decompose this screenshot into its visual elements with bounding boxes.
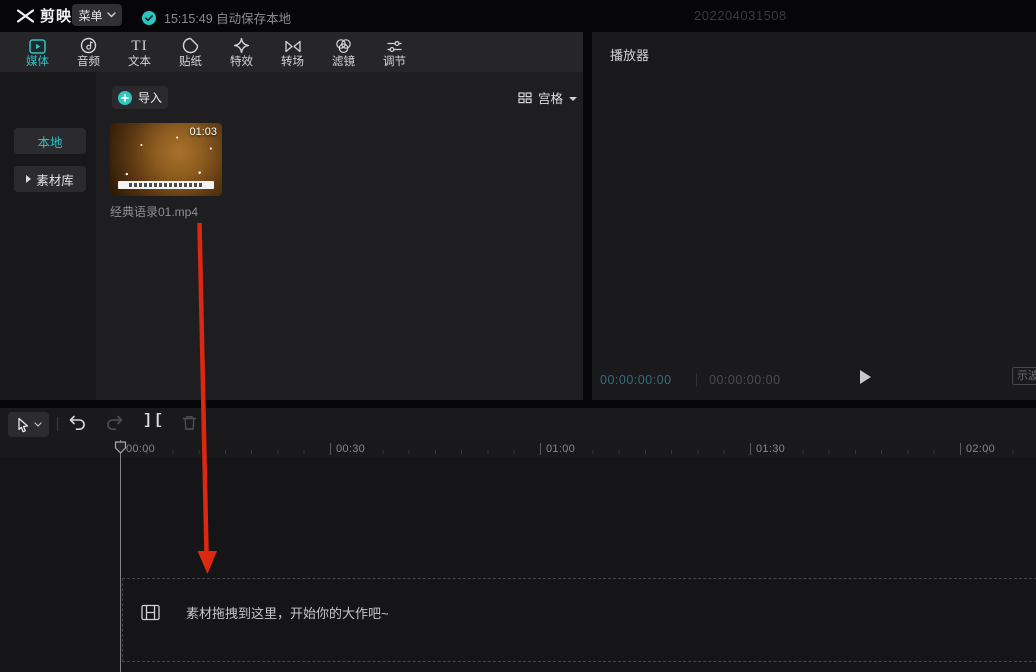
timeline-dropzone[interactable]: 素材拖拽到这里，开始你的大作吧~ [122,578,1036,662]
autosave-check-icon [142,11,156,25]
clip-thumbnail[interactable]: 01:03 [110,123,222,196]
app-logo: 剪映 [16,5,72,26]
playhead-line[interactable] [120,440,121,672]
tab-label: 文本 [128,56,151,68]
tab-filter[interactable]: 滤镜 [318,32,369,72]
sticker-icon [182,37,199,54]
ruler-label: 02:00 [960,443,995,455]
toolbar-divider [57,417,58,431]
text-icon: TI [131,37,147,54]
undo-button[interactable] [67,414,87,437]
media-icon [29,37,46,54]
clip-filename: 经典语录01.mp4 [110,203,222,220]
player-panel: 播放器 00:00:00:00 00:00:00:00 示波器 [592,32,1036,400]
redo-button[interactable] [105,414,125,437]
play-button[interactable] [860,370,871,384]
capcut-window: 剪映 菜单 15:15:49 自动保存本地 202204031508 媒体 [0,0,1036,672]
top-bar: 剪映 菜单 15:15:49 自动保存本地 202204031508 [0,0,1036,30]
timeline-panel: ][ 00:00 00:30 01:00 01:30 02:00 素材拖拽到这里… [0,408,1036,672]
clip-caption-bar [118,181,214,189]
menu-button-label: 菜单 [78,7,102,24]
select-tool-button[interactable] [8,412,49,437]
dropzone-content: 素材拖拽到这里，开始你的大作吧~ [141,603,389,622]
adjust-icon [386,37,403,54]
menu-button[interactable]: 菜单 [72,4,122,26]
tab-label: 特效 [230,56,253,68]
tab-label: 媒体 [26,56,49,68]
filter-icon [335,37,352,54]
grid-icon [518,92,532,104]
split-button[interactable]: ][ [143,412,165,429]
sidebar-item-label: 本地 [37,132,62,151]
total-timecode: 00:00:00:00 [696,373,781,387]
ruler-label: 01:00 [540,443,575,455]
playhead-marker[interactable] [114,441,127,459]
session-code: 202204031508 [694,8,787,23]
ruler-label: 01:30 [750,443,785,455]
autosave-status: 15:15:49 自动保存本地 [142,8,291,27]
filmstrip-icon [141,604,160,621]
effects-icon [233,37,250,54]
autosave-text: 15:15:49 自动保存本地 [164,8,291,27]
view-mode-toggle[interactable]: 宫格 [518,88,577,107]
transition-icon [284,37,302,54]
caret-down-icon [569,97,577,101]
tab-sticker[interactable]: 贴纸 [165,32,216,72]
media-panel: 媒体 音频 TI 文本 贴纸 特效 [0,32,583,400]
clip-duration: 01:03 [189,126,217,138]
cursor-icon [16,417,31,433]
expand-arrow-icon [26,175,31,183]
tab-transition[interactable]: 转场 [267,32,318,72]
tab-label: 音频 [77,56,100,68]
tab-audio[interactable]: 音频 [63,32,114,72]
delete-button[interactable] [181,414,198,437]
ruler-label: 00:30 [330,443,365,455]
chevron-down-icon [34,422,42,427]
resource-tabbar: 媒体 音频 TI 文本 贴纸 特效 [0,32,583,72]
view-mode-label: 宫格 [538,88,563,107]
plus-icon [118,91,132,105]
media-clip-card[interactable]: 01:03 经典语录01.mp4 [110,123,222,220]
dropzone-hint-text: 素材拖拽到这里，开始你的大作吧~ [186,603,389,622]
timeline-toolbar: ][ [0,408,1036,440]
tab-label: 转场 [281,56,304,68]
sidebar-item-label: 素材库 [36,170,74,189]
player-controls: 00:00:00:00 00:00:00:00 示波器 [592,360,1036,400]
tab-adjust[interactable]: 调节 [369,32,420,72]
timeline-ruler[interactable]: 00:00 00:30 01:00 01:30 02:00 [0,440,1036,458]
tab-label: 调节 [383,56,406,68]
sidebar-item-library[interactable]: 素材库 [14,166,86,192]
app-name: 剪映 [40,5,72,26]
import-button[interactable]: 导入 [112,86,168,109]
capcut-logo-icon [16,8,35,24]
sidebar-item-local[interactable]: 本地 [14,128,86,154]
tab-label: 滤镜 [332,56,355,68]
current-timecode: 00:00:00:00 [600,373,672,387]
chevron-down-icon [107,12,116,18]
tab-effects[interactable]: 特效 [216,32,267,72]
audio-icon [80,37,97,54]
scope-button[interactable]: 示波器 [1012,367,1036,385]
tab-label: 贴纸 [179,56,202,68]
tab-media[interactable]: 媒体 [12,32,63,72]
import-button-label: 导入 [138,89,162,106]
media-sidebar: 本地 素材库 [0,72,96,400]
tab-text[interactable]: TI 文本 [114,32,165,72]
player-title: 播放器 [610,45,649,64]
